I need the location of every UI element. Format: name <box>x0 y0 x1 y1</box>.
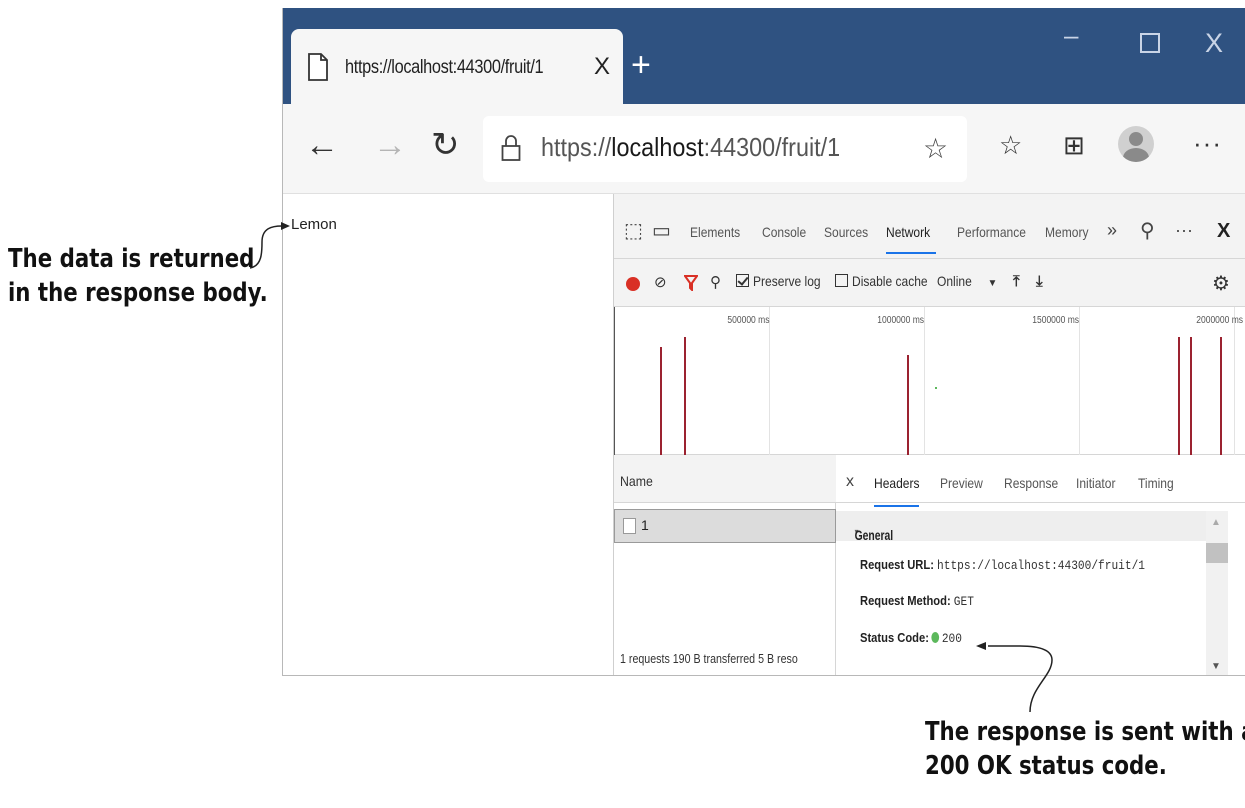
detail-close-button[interactable]: x <box>846 473 854 491</box>
more-menu-button[interactable]: ··· <box>1193 128 1222 158</box>
back-button[interactable]: ← <box>305 128 339 162</box>
search-icon[interactable]: ⚲ <box>710 273 721 291</box>
timeline-tick-label: 2000000 ms <box>1196 315 1243 326</box>
timeline-request-bar <box>1190 337 1192 455</box>
checkbox-icon <box>835 274 848 287</box>
tab-sources[interactable]: Sources <box>824 224 868 240</box>
disable-cache-checkbox[interactable]: Disable cache <box>835 273 940 290</box>
tab-memory[interactable]: Memory <box>1045 224 1088 240</box>
response-body-text: Lemon <box>291 216 337 233</box>
tab-timing[interactable]: Timing <box>1138 475 1174 491</box>
more-tabs-chevron-icon[interactable]: » <box>1107 220 1117 241</box>
devtools-close-button[interactable]: X <box>1217 220 1230 243</box>
page-icon <box>308 53 328 81</box>
customize-icon[interactable]: ⚲ <box>1140 218 1155 243</box>
browser-toolbar: ← → ↻ https://localhost:44300/fruit/1 ☆ … <box>283 104 1245 194</box>
timeline-tick-label: 1000000 ms <box>877 315 924 326</box>
tab-network[interactable]: Network <box>886 224 930 240</box>
file-icon <box>623 518 636 534</box>
timeline-request-bar <box>1178 337 1180 455</box>
page-content: Lemon <box>283 194 613 675</box>
request-url-row: Request URL: https://localhost:44300/fru… <box>860 557 1146 573</box>
annotation-response-body: The data is returned in the response bod… <box>8 244 268 308</box>
import-har-icon[interactable]: ⤒ <box>1013 273 1020 290</box>
annotation-status-code: The response is sent with a 200 OK statu… <box>925 717 1245 781</box>
timeline-tick-label: 1500000 ms <box>1032 315 1079 326</box>
name-column-header[interactable]: Name <box>614 455 836 503</box>
devtools-panel: ⬚ ▭ Elements Console Sources Network Per… <box>613 194 1245 675</box>
browser-tab[interactable]: https://localhost:44300/fruit/1 X <box>291 29 623 104</box>
network-controls: ⊘ ⚲ Preserve log Disable cache Online ▼ ⤒… <box>614 259 1245 307</box>
active-tab-indicator <box>886 252 936 254</box>
network-summary: 1 requests 190 B transferred 5 B reso <box>620 651 798 666</box>
status-code-row: Status Code: 200 <box>860 630 962 646</box>
throttling-select[interactable]: Online ▼ <box>937 273 997 290</box>
devtools-tab-bar: ⬚ ▭ Elements Console Sources Network Per… <box>614 194 1245 259</box>
reload-button[interactable]: ↻ <box>431 128 460 162</box>
tab-performance[interactable]: Performance <box>957 224 1026 240</box>
network-overview-timeline[interactable]: 500000 ms 1000000 ms 1500000 ms 2000000 … <box>614 307 1245 455</box>
lock-icon <box>501 135 521 161</box>
scrollbar[interactable]: ▲ ▼ <box>1206 511 1228 675</box>
maximize-icon <box>1140 33 1160 53</box>
scroll-up-icon[interactable]: ▲ <box>1211 517 1221 528</box>
record-button[interactable] <box>626 277 640 291</box>
preserve-log-checkbox[interactable]: Preserve log <box>736 273 832 290</box>
request-list: Name 1 1 requests 190 B transferred 5 B … <box>614 455 836 675</box>
tab-console[interactable]: Console <box>762 224 806 240</box>
tab-elements[interactable]: Elements <box>690 224 740 240</box>
minimize-button[interactable]: – <box>1064 20 1078 50</box>
detail-tab-bar: x Headers Preview Response Initiator Tim… <box>836 455 1245 507</box>
favorite-star-icon[interactable]: ☆ <box>923 132 948 165</box>
address-bar[interactable]: https://localhost:44300/fruit/1 ☆ <box>483 116 967 182</box>
tab-title: https://localhost:44300/fruit/1 <box>345 57 544 78</box>
avatar[interactable] <box>1118 126 1154 162</box>
tab-close-button[interactable]: X <box>594 53 610 81</box>
filter-icon[interactable] <box>684 275 698 291</box>
inspect-element-icon[interactable]: ⬚ <box>624 218 643 243</box>
forward-button[interactable]: → <box>373 128 407 162</box>
device-toolbar-icon[interactable]: ▭ <box>652 218 671 243</box>
chevron-down-icon: ▼ <box>987 278 998 289</box>
status-dot-icon <box>931 632 940 643</box>
scroll-thumb[interactable] <box>1206 543 1228 563</box>
tab-headers[interactable]: Headers <box>874 475 920 491</box>
request-name: 1 <box>641 517 649 533</box>
collections-icon[interactable]: ⊞ <box>1063 130 1085 160</box>
gear-icon[interactable]: ⚙ <box>1212 271 1230 296</box>
tab-preview[interactable]: Preview <box>940 475 983 491</box>
request-detail-pane: x Headers Preview Response Initiator Tim… <box>836 455 1245 675</box>
maximize-button[interactable] <box>1140 28 1160 59</box>
timeline-marker <box>935 387 937 389</box>
tab-response[interactable]: Response <box>1004 475 1058 491</box>
clear-icon[interactable]: ⊘ <box>654 273 667 291</box>
timeline-request-bar <box>907 355 909 455</box>
timeline-request-bar <box>1220 337 1222 455</box>
scroll-down-icon[interactable]: ▼ <box>1211 661 1221 672</box>
timeline-request-bar <box>660 347 662 455</box>
export-har-icon[interactable]: ⤓ <box>1036 273 1043 290</box>
devtools-more-button[interactable]: ··· <box>1175 220 1193 241</box>
request-method-row: Request Method: GET <box>860 593 974 609</box>
browser-window: https://localhost:44300/fruit/1 X + – X … <box>282 8 1245 676</box>
active-tab-indicator <box>874 505 919 507</box>
general-section-header[interactable]: ▾ General <box>836 511 1206 543</box>
table-row[interactable]: 1 <box>614 509 836 543</box>
close-window-button[interactable]: X <box>1205 28 1223 58</box>
timeline-request-bar <box>684 337 686 455</box>
address-url: https://localhost:44300/fruit/1 <box>541 132 841 162</box>
timeline-tick-label: 500000 ms <box>726 315 769 326</box>
tab-initiator[interactable]: Initiator <box>1076 475 1115 491</box>
checkbox-checked-icon <box>736 274 749 287</box>
favorites-icon[interactable]: ☆ <box>999 130 1022 160</box>
new-tab-button[interactable]: + <box>631 48 651 82</box>
title-bar: https://localhost:44300/fruit/1 X + – X <box>283 8 1245 104</box>
